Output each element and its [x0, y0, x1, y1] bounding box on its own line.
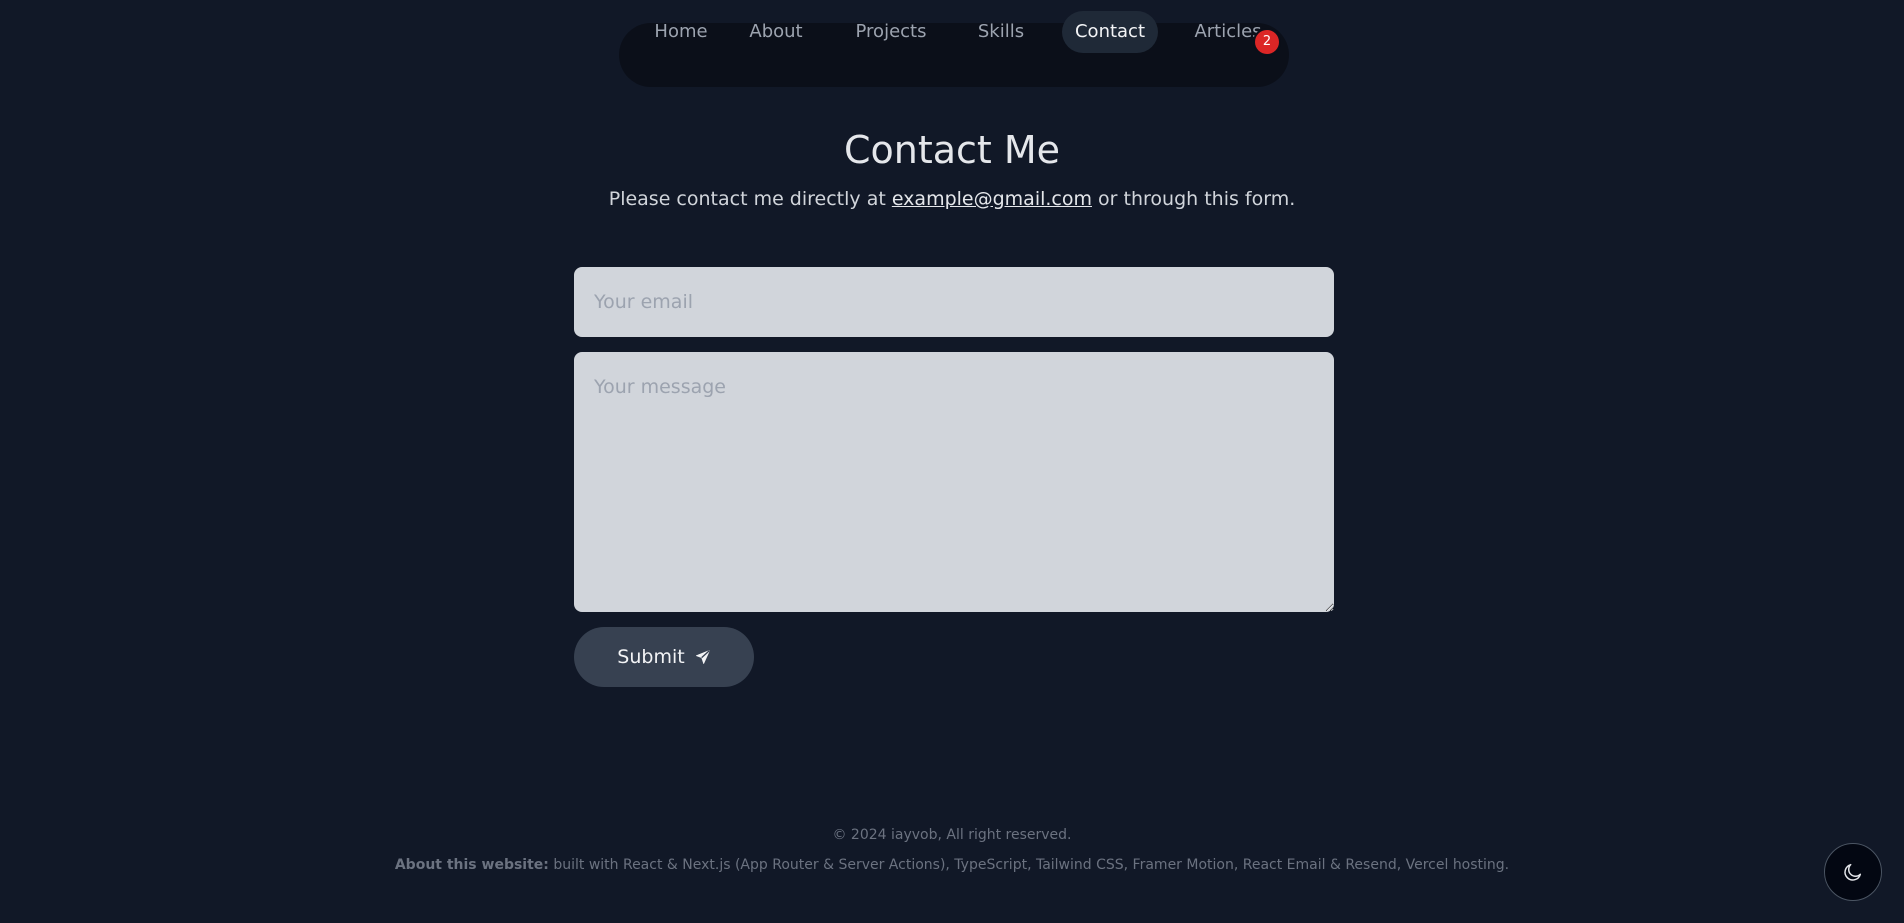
page-title: Contact Me	[843, 128, 1061, 172]
nav-item-contact[interactable]: Contact	[1062, 11, 1158, 53]
submit-button[interactable]: Submit	[574, 627, 754, 687]
email-link[interactable]: example@gmail.com	[892, 188, 1092, 210]
email-input[interactable]	[574, 267, 1334, 337]
contact-intro: Please contact me directly at example@gm…	[0, 188, 1904, 210]
nav-item-home[interactable]: Home	[638, 11, 724, 53]
footer-about-text: built with React & Next.js (App Router &…	[548, 857, 1510, 873]
nav-item-skills[interactable]: Skills	[960, 11, 1042, 53]
nav-item-projects[interactable]: Projects	[843, 11, 939, 53]
moon-icon	[1842, 861, 1864, 883]
footer-about-label: About this website:	[394, 857, 549, 873]
footer-about: About this website: built with React & N…	[0, 857, 1904, 873]
nav-item-about[interactable]: About	[733, 11, 819, 53]
theme-toggle-button[interactable]	[1824, 843, 1882, 901]
message-textarea[interactable]	[574, 352, 1334, 612]
submit-label: Submit	[617, 646, 685, 668]
paper-plane-icon	[695, 649, 711, 665]
footer-copyright: © 2024 iayvob, All right reserved.	[832, 827, 1072, 843]
articles-count-badge: 2	[1255, 30, 1279, 54]
contact-intro-before: Please contact me directly at	[608, 188, 892, 210]
contact-intro-after: or through this form.	[1092, 188, 1296, 210]
